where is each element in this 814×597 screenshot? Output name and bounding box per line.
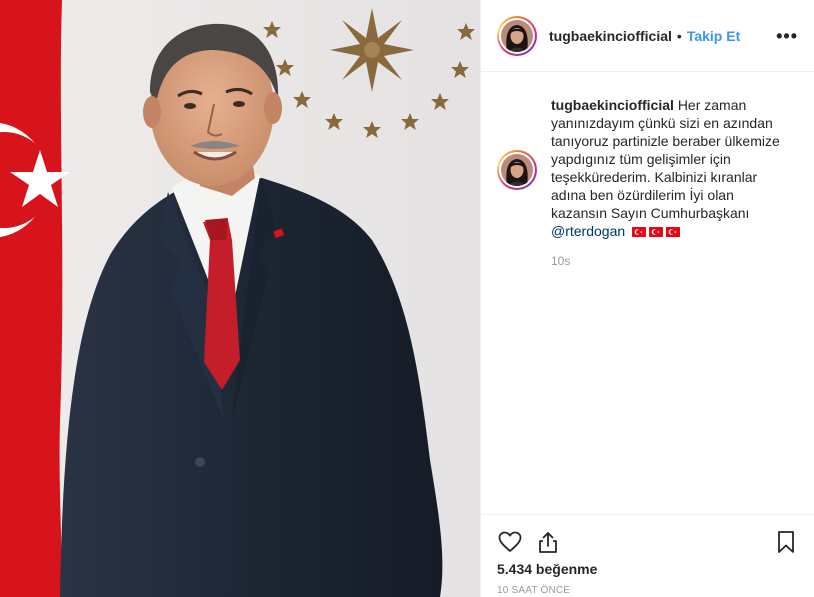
bookmark-icon[interactable] (773, 529, 799, 555)
avatar-photo-icon (501, 154, 533, 186)
flag-background (0, 0, 70, 597)
comment-body: tugbaekinciofficial Her zaman yanınızday… (551, 88, 793, 268)
comment-timestamp: 10s (551, 254, 571, 268)
avatar[interactable] (497, 15, 537, 56)
comment-username[interactable]: tugbaekinciofficial (551, 97, 674, 113)
post-header: tugbaekinciofficial • Takip Et ••• (481, 0, 814, 72)
turkey-flag-icon (649, 227, 664, 237)
likes-count[interactable]: 5.434 beğenme (497, 561, 799, 577)
portrait-photo (0, 0, 480, 597)
post-author-username[interactable]: tugbaekinciofficial (549, 28, 672, 44)
turkey-flag-icon (632, 227, 647, 237)
mention-link[interactable]: @rterdogan (551, 223, 625, 239)
comment-content: Her zaman yanınızdayım çünkü sizi en azı… (551, 97, 780, 221)
action-icons (497, 515, 799, 565)
caption-comment: tugbaekinciofficial Her zaman yanınızday… (497, 88, 798, 268)
post-actions: 5.434 beğenme 10 SAAT ÖNCE (481, 514, 814, 597)
post-sidebar: tugbaekinciofficial • Takip Et ••• tugba… (480, 0, 814, 597)
turkey-flag-icon (666, 227, 681, 237)
avatar-photo-icon (501, 19, 533, 52)
post-timestamp: 10 SAAT ÖNCE (497, 585, 571, 596)
share-icon[interactable] (535, 529, 561, 555)
post-photo[interactable] (0, 0, 480, 597)
comment-text: tugbaekinciofficial Her zaman yanınızday… (551, 96, 793, 240)
commenter-avatar[interactable] (497, 150, 537, 190)
comments-section: tugbaekinciofficial Her zaman yanınızday… (481, 72, 814, 514)
heart-icon[interactable] (497, 529, 523, 555)
separator-dot: • (676, 27, 682, 44)
follow-button[interactable]: Takip Et (687, 28, 740, 44)
more-options-icon[interactable]: ••• (776, 27, 798, 45)
